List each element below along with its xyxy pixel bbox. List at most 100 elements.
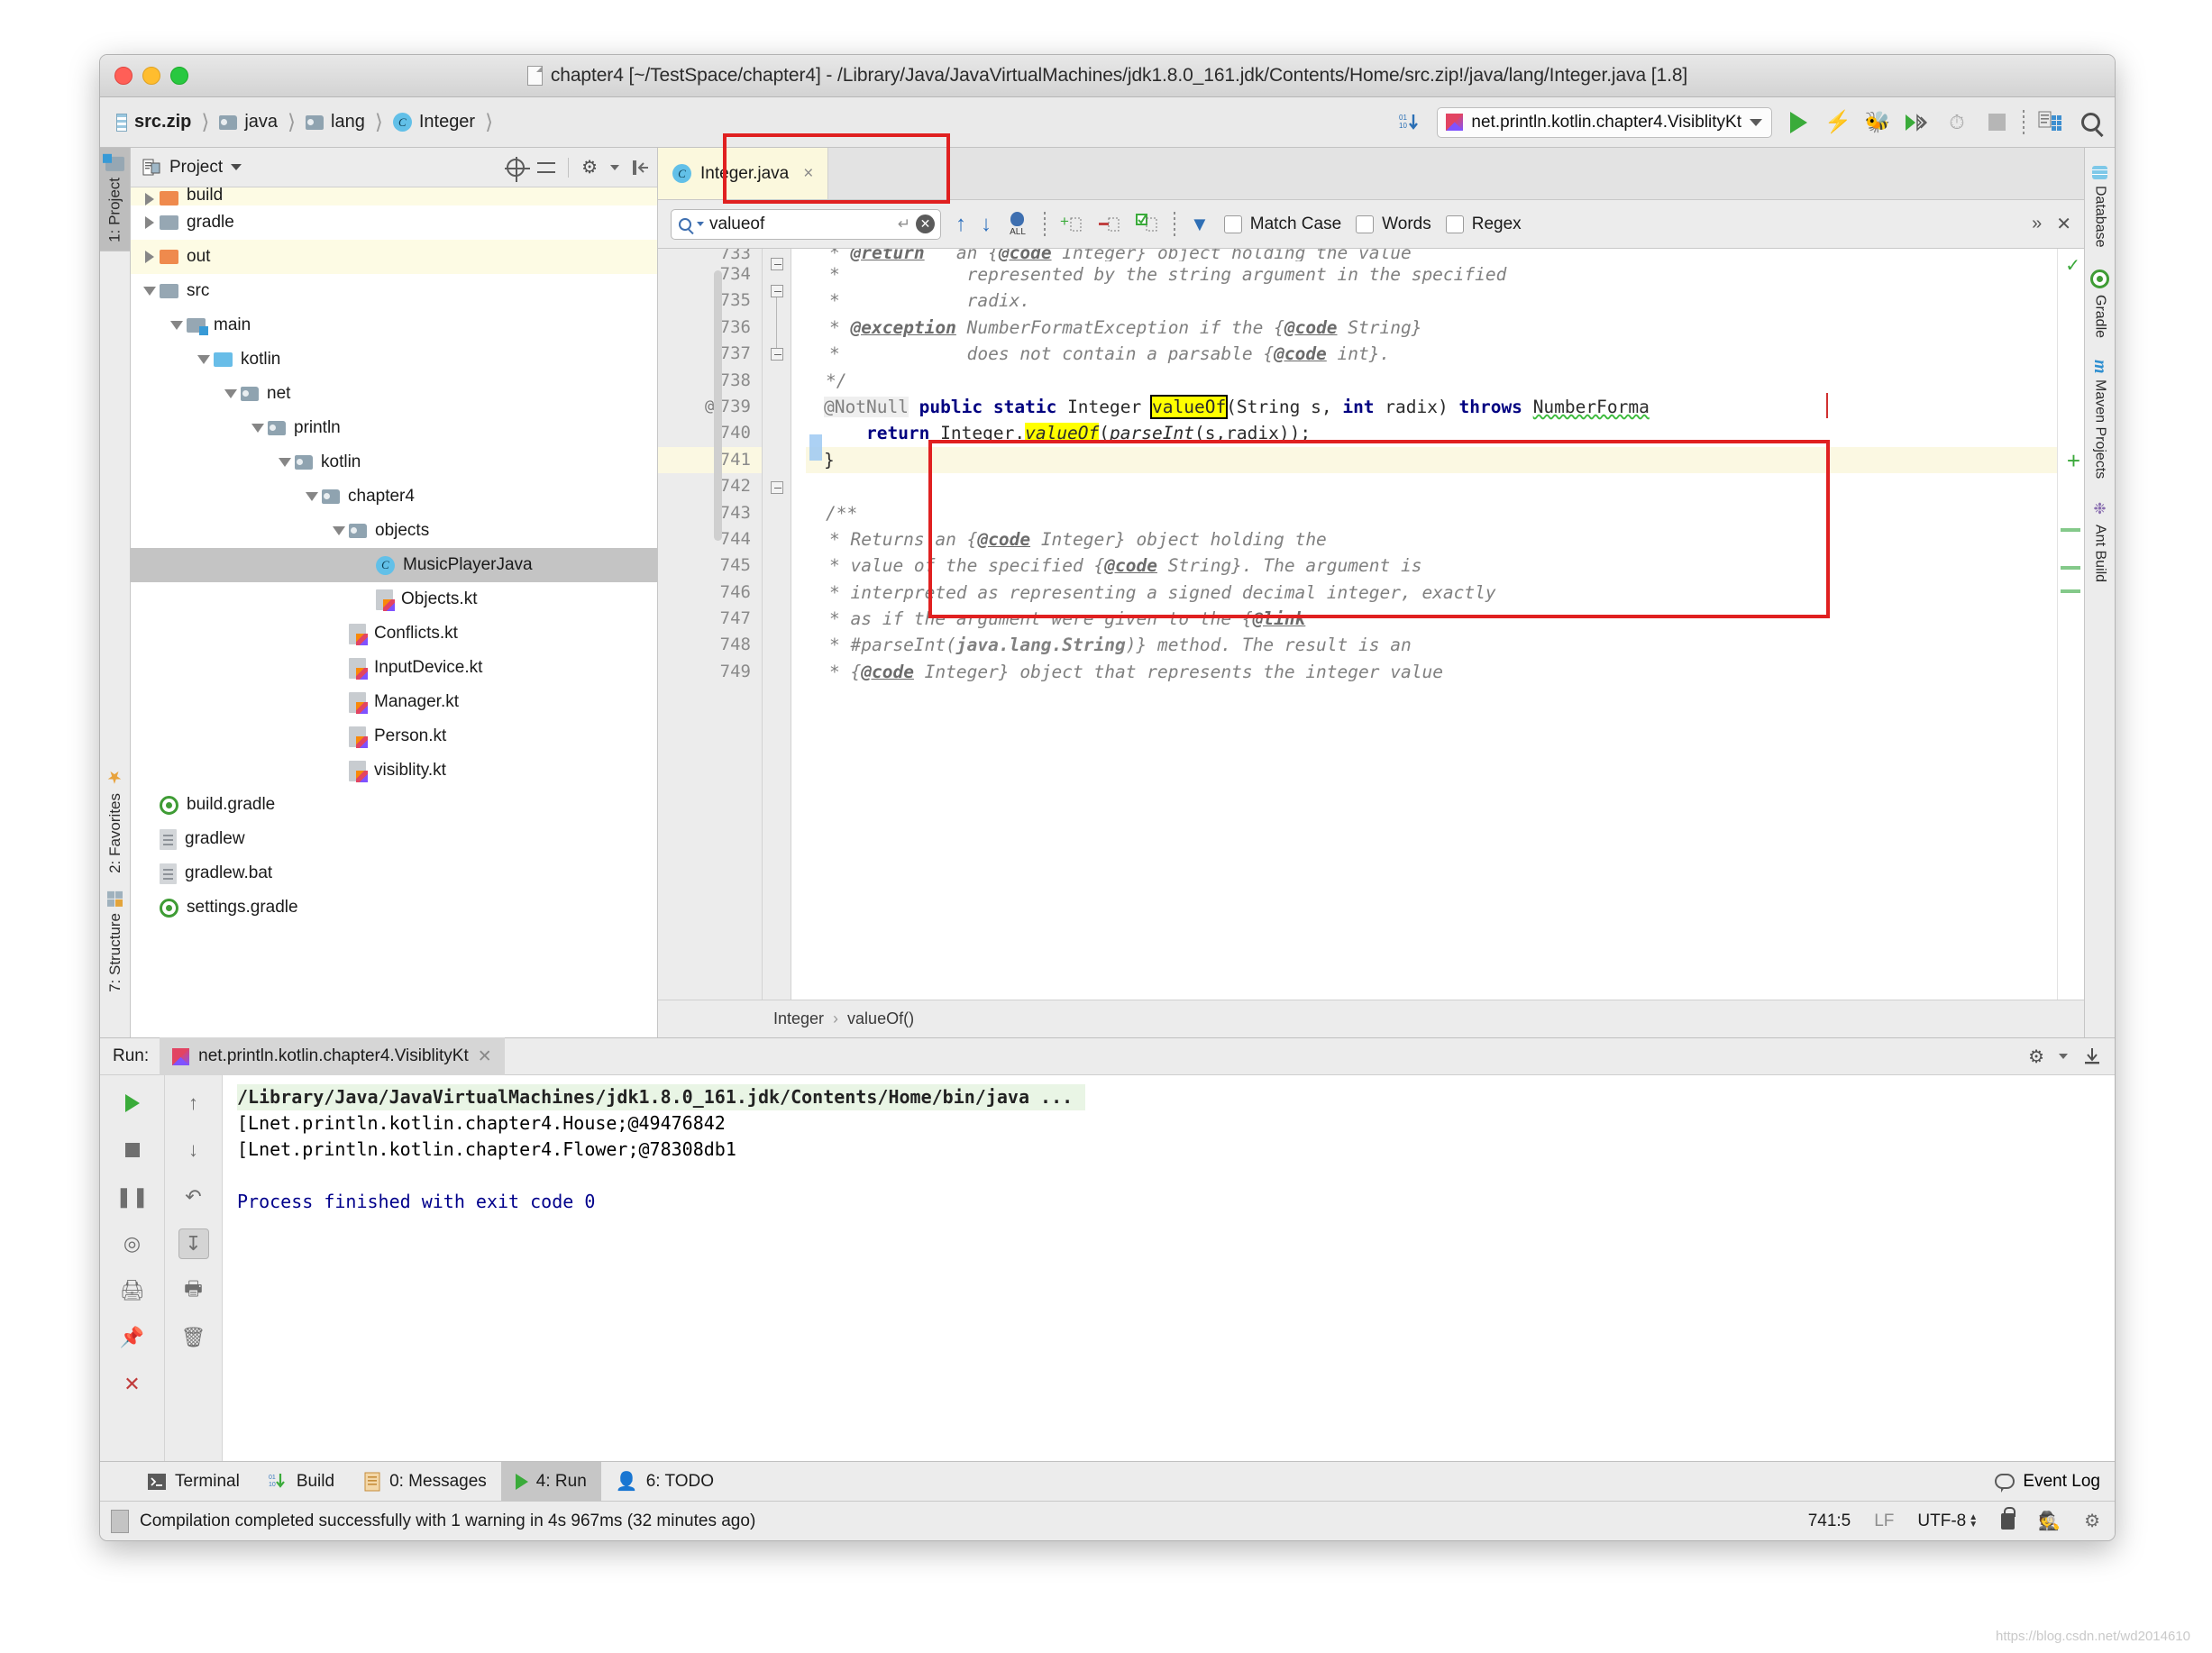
fold-toggle[interactable] xyxy=(771,285,783,297)
tab-integer-java[interactable]: C Integer.java × xyxy=(658,148,829,199)
chevron-right-icon[interactable] xyxy=(145,216,154,229)
chevron-down-icon[interactable] xyxy=(197,355,210,364)
tree-item-kotlin[interactable]: kotlin xyxy=(131,445,657,479)
print-console-button[interactable]: 🖶 xyxy=(178,1275,209,1306)
rerun-button[interactable] xyxy=(117,1088,148,1119)
close-icon[interactable]: ✕ xyxy=(478,1046,492,1067)
tree-item-gradle[interactable]: gradle xyxy=(131,205,657,240)
scroll-from-source-icon[interactable] xyxy=(505,156,531,182)
code-line[interactable]: * represented by the string argument in … xyxy=(806,261,2057,288)
clear-icon[interactable]: ✕ xyxy=(916,215,935,233)
breadcrumb-class[interactable]: Integer xyxy=(773,1009,824,1028)
tab-todo[interactable]: 👤 6: TODO xyxy=(601,1462,728,1501)
profiler-button[interactable]: ⏱ xyxy=(1943,109,1970,136)
tree-item-gradlew-bat[interactable]: gradlew.bat xyxy=(131,856,657,890)
inspection-face-icon[interactable]: 🕵 xyxy=(2038,1510,2061,1532)
sidebar-item-favorites[interactable]: 2: Favorites ★ xyxy=(105,758,125,882)
scroll-up-button[interactable]: ↑ xyxy=(178,1088,209,1119)
pin-button[interactable]: 📌 xyxy=(117,1322,148,1353)
chevron-down-icon[interactable] xyxy=(224,389,237,398)
code-line[interactable]: * interpreted as representing a signed d… xyxy=(806,580,2057,606)
stop-button[interactable] xyxy=(1983,109,2010,136)
collapse-all-icon[interactable] xyxy=(537,159,556,177)
chevron-down-icon[interactable] xyxy=(306,492,318,501)
breadcrumb-item-srczip[interactable]: src.zip xyxy=(116,112,191,132)
words-checkbox[interactable]: Words xyxy=(1356,215,1431,234)
tree-twisty[interactable] xyxy=(194,355,214,364)
pause-button[interactable]: ❚❚ xyxy=(115,1182,149,1212)
fold-toggle[interactable] xyxy=(771,258,783,270)
checkbox[interactable] xyxy=(1223,215,1242,233)
chevron-down-icon[interactable] xyxy=(231,164,242,170)
tree-item-main[interactable]: main xyxy=(131,308,657,342)
code-editor[interactable]: 733 734 735 736 737 738 739 @ 740 741 742 743 744 745… xyxy=(658,249,2084,1000)
filter-icon[interactable]: ▼ xyxy=(1190,213,1210,236)
tab-run[interactable]: 4: Run xyxy=(500,1462,601,1501)
console-output[interactable]: /Library/Java/JavaVirtualMachines/jdk1.8… xyxy=(223,1075,2115,1461)
run-with-coverage-button[interactable] xyxy=(1904,109,1931,136)
code-line[interactable]: * {@code Integer} object that represents… xyxy=(806,659,2057,685)
tree-item-settings-gradle[interactable]: settings.gradle xyxy=(131,890,657,925)
tree-item-musicplayerjava[interactable]: C MusicPlayerJava xyxy=(131,548,657,582)
sidebar-item-gradle[interactable]: Gradle xyxy=(2090,259,2109,349)
tree-item-out[interactable]: out xyxy=(131,240,657,274)
code-line[interactable]: @NotNull public static Integer valueOf(S… xyxy=(806,394,2057,420)
breadcrumb-item-lang[interactable]: lang xyxy=(306,112,365,132)
code-line[interactable]: * @exception NumberFormatException if th… xyxy=(806,315,2057,341)
remove-selection-icon[interactable] xyxy=(1098,213,1121,236)
line-separator[interactable]: LF xyxy=(1874,1511,1894,1531)
fold-toggle[interactable] xyxy=(771,348,783,361)
tree-item-gradlew[interactable]: gradlew xyxy=(131,822,657,856)
tree-twisty[interactable] xyxy=(221,389,241,398)
tree-item-chapter4[interactable]: chapter4 xyxy=(131,479,657,514)
encoding-selector[interactable]: UTF-8 ▲ ▼ xyxy=(1917,1511,1978,1531)
annotation-gutter-mark[interactable]: @ xyxy=(705,394,714,420)
select-all-occurrences-icon[interactable]: ALL xyxy=(1006,211,1029,237)
tree-twisty[interactable] xyxy=(140,251,160,263)
update-project-icon[interactable]: 01 10 xyxy=(1397,109,1424,136)
memory-indicator-icon[interactable] xyxy=(111,1509,129,1533)
close-window-button[interactable] xyxy=(114,67,133,85)
tree-item-objects[interactable]: objects xyxy=(131,514,657,548)
chevron-down-icon[interactable] xyxy=(251,424,264,433)
dump-threads-button[interactable]: ◎ xyxy=(117,1228,148,1259)
window-controls[interactable] xyxy=(100,67,188,85)
stop-button[interactable] xyxy=(117,1135,148,1165)
layout-button[interactable] xyxy=(2037,109,2064,136)
tree-item-conflicts-kt[interactable]: Conflicts.kt xyxy=(131,616,657,651)
run-tab[interactable]: net.println.kotlin.chapter4.VisiblityKt … xyxy=(160,1037,505,1075)
error-stripe[interactable]: ✓ + xyxy=(2057,249,2084,1000)
delete-button[interactable]: ✕ xyxy=(117,1369,148,1400)
tree-twisty[interactable] xyxy=(302,492,322,501)
find-next-icon[interactable]: ↓ xyxy=(981,213,992,235)
chevron-down-icon[interactable] xyxy=(170,321,183,330)
run-button[interactable] xyxy=(1785,109,1812,136)
debug-button[interactable]: 🐝 xyxy=(1864,109,1891,136)
breadcrumb-item-integer[interactable]: C Integer xyxy=(392,112,475,132)
code-line[interactable]: * value of the specified {@code String}.… xyxy=(806,553,2057,579)
tree-item-kotlin[interactable]: kotlin xyxy=(131,342,657,377)
minimize-window-button[interactable] xyxy=(142,67,160,85)
fold-gutter[interactable] xyxy=(763,249,791,1000)
code-line[interactable]: * radix. xyxy=(806,288,2057,314)
tree-item-src[interactable]: src xyxy=(131,274,657,308)
code-line[interactable]: * Returns an {@code Integer} object hold… xyxy=(806,526,2057,553)
checkbox[interactable] xyxy=(1445,215,1464,233)
tree-twisty[interactable] xyxy=(140,216,160,229)
print-button[interactable]: 🖨 xyxy=(117,1275,148,1306)
tree-twisty[interactable] xyxy=(329,526,349,535)
tree-item-manager-kt[interactable]: Manager.kt xyxy=(131,685,657,719)
chevron-down-icon[interactable] xyxy=(143,287,156,296)
hide-panel-icon[interactable] xyxy=(632,159,650,177)
settings-help-icon[interactable]: ⚙ xyxy=(2084,1510,2100,1532)
tree-item-objects-kt[interactable]: Objects.kt xyxy=(131,582,657,616)
close-icon[interactable]: × xyxy=(803,164,813,184)
sidebar-item-database[interactable]: Database xyxy=(2092,155,2108,259)
match-case-checkbox[interactable]: Match Case xyxy=(1223,215,1341,234)
project-tree[interactable]: build gradle out src main kotlin net println kot… xyxy=(131,187,657,1037)
chevron-down-icon[interactable] xyxy=(697,222,704,226)
fold-toggle[interactable] xyxy=(771,481,783,494)
tree-item-visiblity-kt[interactable]: visiblity.kt xyxy=(131,753,657,788)
checkbox[interactable] xyxy=(1356,215,1375,233)
tree-item-net[interactable]: net xyxy=(131,377,657,411)
